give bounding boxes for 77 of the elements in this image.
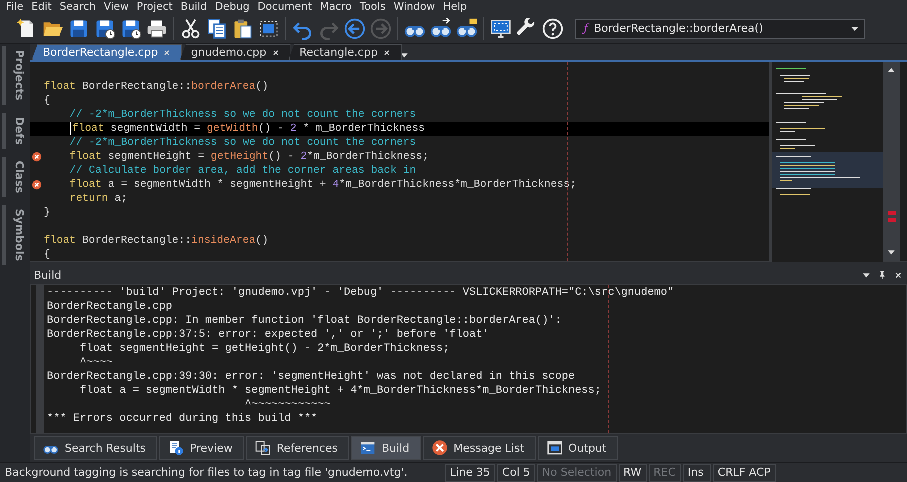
error-marker[interactable] [888, 211, 896, 215]
menu-item[interactable]: Help [439, 0, 472, 14]
copy-icon[interactable] [205, 17, 228, 40]
output-line: ---------- 'build' Project: 'gnudemo.vpj' - 'Debug' ---------- VSLICKERRORPATH="C:\src\gnudemo" [47, 286, 674, 300]
menu-item[interactable]: Debug [211, 0, 254, 14]
binoculars-icon[interactable] [429, 17, 452, 40]
pin-icon[interactable] [878, 270, 887, 280]
code-line: float segmentWidth = getWidth() - 2 * m_BorderThickness [70, 122, 426, 136]
output-line: ^~~~~~~~~~~~~ [244, 398, 331, 412]
menu-item[interactable]: Build [176, 0, 212, 14]
code-line: // Calculate border area, add the corner areas back in [70, 164, 416, 178]
preview-icon [168, 440, 184, 456]
output-line: *** Errors occurred during this build *** [47, 412, 318, 426]
menu-item[interactable]: Edit [28, 0, 56, 14]
monitor-icon[interactable] [489, 17, 512, 40]
editor-tab[interactable]: BorderRectangle.cpp [32, 44, 182, 60]
minimap-drawing[interactable] [769, 62, 883, 262]
status-field: Line 35 [445, 464, 496, 482]
panel-tab[interactable]: References [246, 436, 349, 460]
menu-item[interactable]: File [2, 0, 28, 14]
code-line: } [44, 206, 50, 220]
close-icon[interactable] [272, 48, 280, 56]
binoculars-icon[interactable] [455, 17, 478, 40]
menu-item[interactable]: Window [390, 0, 440, 14]
terminal-icon [360, 440, 376, 456]
code-line: float BorderRectangle::borderArea() [44, 80, 268, 94]
output-line: BorderRectangle.cpp:39:30: error: 'segmentHeight' was not declared in this scope [47, 370, 576, 384]
scroll-down-icon[interactable] [887, 248, 896, 257]
output-line: ^~~~~ [79, 356, 114, 370]
menu-item[interactable]: Macro [316, 0, 356, 14]
status-field: REC [648, 464, 681, 482]
editor-tab[interactable]: gnudemo.cpp [180, 44, 291, 60]
code-line: // -2*m_BorderThickness so we do not count the corners [70, 136, 416, 150]
text-cursor [70, 122, 72, 135]
editor-tab[interactable]: Rectangle.cpp [288, 44, 402, 60]
code-line: { [44, 94, 50, 108]
code-line: float segmentHeight = getHeight() - 2*m_BorderThickness; [70, 150, 429, 164]
error-marker[interactable] [888, 218, 896, 222]
output-line: BorderRectangle.cpp: In member function 'float BorderRectangle::borderArea()': [47, 314, 562, 328]
panel-title: Build [34, 268, 63, 282]
window-icon [546, 440, 563, 456]
function-symbol: ƒ [584, 22, 588, 35]
code-line: float BorderRectangle::insideArea() [44, 234, 268, 248]
output-line: float segmentHeight = getHeight() - 2*m_BorderThickness; [79, 342, 450, 356]
help-icon[interactable] [541, 17, 564, 40]
close-icon[interactable] [382, 48, 391, 56]
error-icon [432, 440, 448, 456]
menu-item[interactable]: Document [254, 0, 316, 14]
caret-icon[interactable] [400, 51, 409, 60]
status-field: CRLF ACP [712, 464, 776, 482]
status-field: Col 5 [497, 464, 536, 482]
caret-icon[interactable] [862, 270, 871, 280]
status-message: Background tagging is searching for files to tag in tag file 'gnudemo.vtg'. [4, 466, 409, 479]
menu-item[interactable]: Project [132, 0, 177, 14]
status-field: RW [618, 464, 647, 482]
output-line: float a = segmentWidth * segmentHeight + 4*m_BorderThickness*m_BorderThickness; [79, 384, 602, 398]
output-line: BorderRectangle.cpp [47, 300, 172, 314]
code-line: float a = segmentWidth * segmentHeight + 4*m_BorderThickness*m_BorderThickness; [70, 178, 576, 192]
panel-tab[interactable]: Output [538, 436, 618, 460]
references-icon [254, 440, 271, 456]
panel-tab[interactable]: Search Results [34, 436, 158, 460]
code-line: { [44, 248, 50, 262]
close-icon[interactable] [894, 270, 903, 280]
menu-item[interactable]: View [100, 0, 133, 14]
function-dropdown[interactable]: ƒ BorderRectangle::borderArea() [575, 18, 865, 38]
scroll-up-icon[interactable] [887, 66, 896, 75]
menu-item[interactable]: Tools [356, 0, 390, 14]
status-field: Ins [682, 464, 711, 482]
panel-tab[interactable]: Message List [422, 436, 536, 460]
panel-tab[interactable]: Preview [159, 436, 244, 460]
code-line: // -2*m_BorderThickness so we do not count the corners [70, 108, 416, 122]
menu-item[interactable]: Search [56, 0, 100, 14]
panel-tab[interactable]: Build [350, 436, 421, 460]
code-line: return a; [70, 192, 128, 206]
scrollbar[interactable] [883, 62, 900, 261]
status-field: No Selection [537, 464, 617, 482]
output-line: BorderRectangle.cpp:37:5: error: expected ',' or ';' before 'float' [47, 328, 490, 342]
